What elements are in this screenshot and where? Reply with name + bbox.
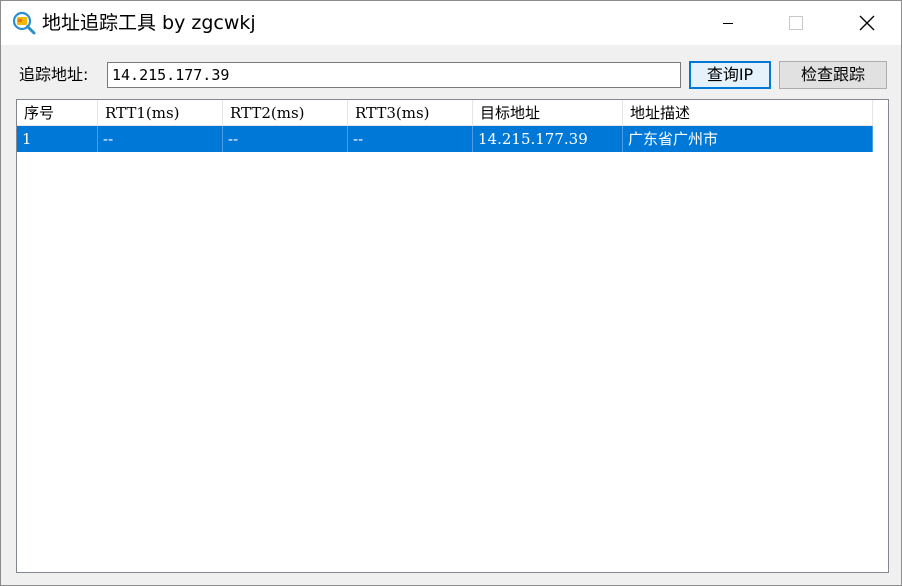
cell-index: 1: [17, 126, 98, 152]
column-header-index[interactable]: 序号: [17, 100, 98, 126]
check-trace-button[interactable]: 检查跟踪: [779, 61, 887, 89]
table-header: 序号 RTT1(ms) RTT2(ms) RTT3(ms) 目标地址 地址描述: [17, 100, 873, 126]
column-header-address-description[interactable]: 地址描述: [623, 100, 873, 126]
column-header-rtt2[interactable]: RTT2(ms): [223, 100, 348, 126]
column-header-rtt3[interactable]: RTT3(ms): [348, 100, 473, 126]
title-bar[interactable]: 地址追踪工具 by zgcwkj: [1, 1, 901, 45]
table-row[interactable]: 1 -- -- -- 14.215.177.39 广东省广州市: [17, 126, 873, 152]
maximize-icon: [789, 16, 803, 30]
minimize-button[interactable]: [705, 1, 751, 45]
column-header-target-address[interactable]: 目标地址: [473, 100, 623, 126]
address-input[interactable]: 14.215.177.39: [107, 62, 681, 88]
address-label: 追踪地址:: [19, 65, 89, 84]
magnifier-globe-icon: [12, 11, 36, 35]
cell-target-address: 14.215.177.39: [473, 126, 623, 152]
app-window: 地址追踪工具 by zgcwkj 追踪地址: 14.215.177.39 查询I…: [0, 0, 902, 586]
close-button[interactable]: [844, 1, 890, 45]
cell-address-description: 广东省广州市: [623, 126, 873, 152]
window-title: 地址追踪工具 by zgcwkj: [42, 12, 256, 34]
cell-rtt3: --: [348, 126, 473, 152]
query-ip-button[interactable]: 查询IP: [689, 61, 771, 89]
maximize-button[interactable]: [773, 1, 819, 45]
cell-rtt1: --: [98, 126, 223, 152]
trace-results-list[interactable]: 序号 RTT1(ms) RTT2(ms) RTT3(ms) 目标地址 地址描述 …: [16, 99, 889, 573]
cell-rtt2: --: [223, 126, 348, 152]
close-icon: [859, 15, 875, 31]
minimize-icon: [723, 23, 733, 24]
column-header-rtt1[interactable]: RTT1(ms): [98, 100, 223, 126]
